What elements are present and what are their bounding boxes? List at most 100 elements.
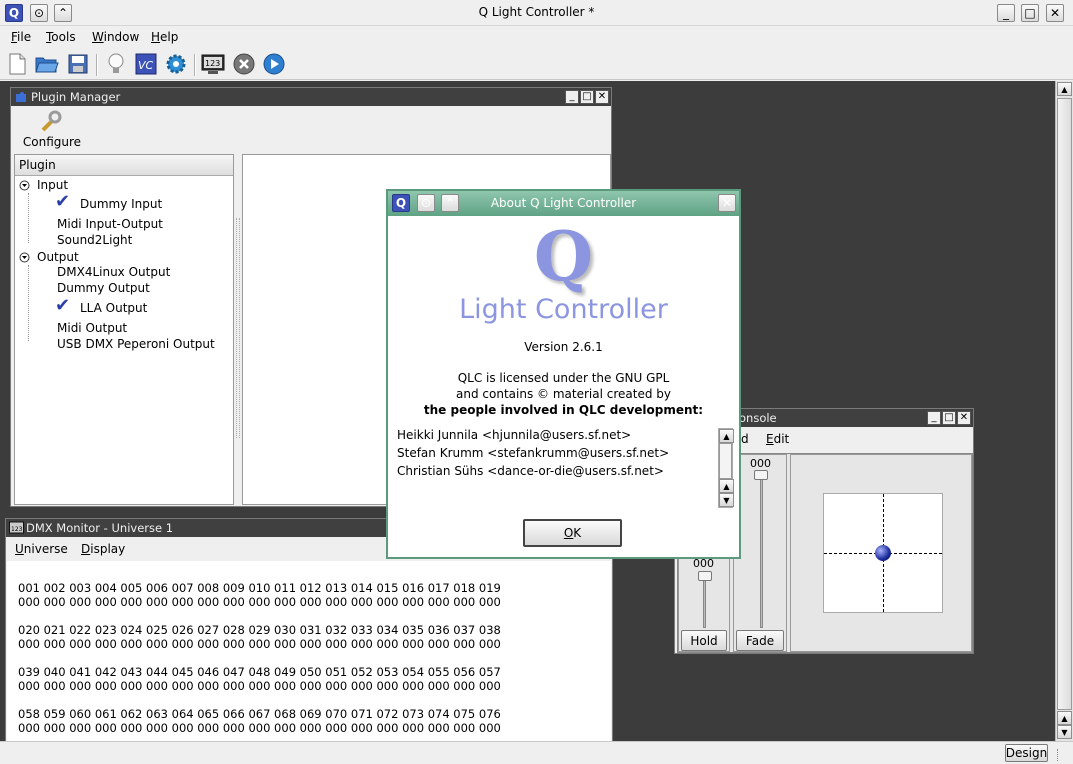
open-icon[interactable] [35,52,59,76]
minimize-button[interactable]: _ [927,411,941,425]
xy-pad-knob[interactable] [875,545,891,561]
xypad-frame [790,454,972,652]
license-text: the people involved in QLC development: [423,403,704,417]
authors-scrollbar[interactable]: ▲ ▲ ▼ [718,428,734,508]
tree-item[interactable]: DMX4Linux Output [57,265,170,279]
monitor-icon[interactable]: 123 [201,52,225,76]
value-row: 000 000 000 000 000 000 000 000 000 000 … [18,595,501,609]
plugin-manager-titlebar[interactable]: Plugin Manager _ □ ✕ [11,88,611,106]
license-text: QLC is licensed under the GNU GPL [457,371,670,385]
main-titlebar: Q ⊙ ⌃ Q Light Controller * _ □ ✕ [0,0,1073,26]
tree-item[interactable]: Sound2Light [57,233,132,247]
stop-icon[interactable] [232,52,256,76]
scroll-up-icon[interactable]: ▲ [1057,711,1072,725]
menu-tools[interactable]: Tools [46,30,76,44]
close-button[interactable]: ✕ [1046,4,1064,22]
tree-group-output[interactable]: Output [37,250,79,264]
close-button[interactable]: ✕ [718,194,736,212]
hold-button[interactable]: Hold [681,630,727,651]
author-list: Heikki Junnila <hjunnila@users.sf.net> S… [397,428,669,482]
value-row: 000 000 000 000 000 000 000 000 000 000 … [18,721,501,735]
workspace-scrollbar[interactable]: ▲ ▲ ▼ [1055,81,1073,741]
scroll-up-icon[interactable]: ▲ [1057,82,1072,96]
fade-button[interactable]: Fade [736,630,784,651]
channel-row: 039 040 041 042 043 044 045 046 047 048 … [18,665,501,679]
bulb-icon[interactable] [104,52,128,76]
qlc-logo-letter: Q [533,217,594,297]
tree-item[interactable]: Midi Output [57,321,127,335]
menu-d[interactable]: d [741,432,749,446]
tree-item[interactable]: Midi Input-Output [57,217,163,231]
fader-frame: 000 Fade [733,454,787,652]
author-line: Stefan Krumm <stefankrumm@users.sf.net> [397,446,670,460]
scroll-thumb[interactable] [1057,98,1072,710]
ok-button[interactable]: OK [523,519,622,547]
minimize-button[interactable]: _ [565,90,579,104]
scroll-down-icon[interactable]: ▼ [1057,725,1072,739]
window-title: Q Light Controller * [478,5,595,19]
svg-text:123: 123 [11,526,23,533]
tree-group-input[interactable]: Input [37,178,68,192]
status-bar: Design [0,741,1073,764]
menu-display[interactable]: Display [81,542,125,556]
wrench-icon [41,110,62,132]
plugin-tree: Plugin Input ✔ Dummy Input Midi Input-Ou… [14,154,234,505]
new-icon[interactable] [5,52,29,76]
author-line: Heikki Junnila <hjunnila@users.sf.net> [397,428,632,442]
collapse-icon[interactable] [19,180,30,191]
menu-help[interactable]: Help [151,30,178,44]
menu-bar: File Tools Window Help [0,27,1073,47]
fader-track [760,473,763,628]
close-button[interactable]: ✕ [595,90,609,104]
tree-item[interactable]: USB DMX Peperoni Output [57,337,215,351]
monitor-icon: 123 [9,521,24,534]
menu-universe[interactable]: Universe [15,542,68,556]
checkmark-icon: ✔ [55,295,71,316]
value-row: 000 000 000 000 000 000 000 000 000 000 … [18,679,501,693]
menu-edit[interactable]: Edit [766,432,789,446]
close-button[interactable]: ✕ [957,411,971,425]
scroll-up-icon[interactable]: ▲ [719,479,734,493]
channel-row: 058 059 060 061 062 063 064 065 066 067 … [18,707,501,721]
channel-row: 020 021 022 023 024 025 026 027 028 029 … [18,623,501,637]
about-titlebar[interactable]: Q ⊙ ⌃ About Q Light Controller ✕ [388,191,739,216]
svg-text:VC: VC [138,59,154,72]
vc-icon[interactable]: VC [134,52,158,76]
license-text: and contains © material created by [456,387,671,401]
configure-button[interactable]: Configure [21,110,83,150]
about-dialog: Q ⊙ ⌃ About Q Light Controller ✕ Q Light… [386,189,741,559]
save-icon[interactable] [66,52,90,76]
svg-text:123: 123 [205,59,220,68]
puzzle-icon [16,92,26,102]
tree-item[interactable]: Dummy Output [57,281,150,295]
scroll-thumb[interactable] [719,443,732,479]
maximize-button[interactable]: □ [942,411,956,425]
version-label: Version 2.6.1 [524,340,603,354]
splitter-handle[interactable] [236,218,240,438]
minimize-button[interactable]: _ [997,4,1015,22]
channel-row: 001 002 003 004 005 006 007 008 009 010 … [18,581,501,595]
checkmark-icon: ✔ [55,191,71,212]
fader-track [703,573,706,628]
scroll-up-icon[interactable]: ▲ [719,429,734,443]
play-icon[interactable] [262,52,286,76]
size-grip-icon[interactable] [1057,749,1069,761]
qlc-logo-text: Light Controller [459,294,668,325]
xy-pad[interactable] [823,493,943,613]
tree-item[interactable]: Dummy Input [80,197,162,211]
maximize-button[interactable]: □ [580,90,594,104]
menu-window[interactable]: Window [92,30,139,44]
menu-file[interactable]: File [11,30,31,44]
gear-icon[interactable] [164,52,188,76]
scroll-down-icon[interactable]: ▼ [719,493,734,507]
design-mode-button[interactable]: Design [1005,744,1048,762]
dmx-grid: 001 002 003 004 005 006 007 008 009 010 … [7,561,611,743]
fader-handle[interactable] [754,470,768,480]
collapse-icon[interactable] [19,252,30,263]
tree-header[interactable]: Plugin [15,155,233,176]
tree-item[interactable]: LLA Output [80,301,147,315]
maximize-button[interactable]: □ [1021,4,1039,22]
toolbar: VC 123 [0,48,1073,80]
fader-handle[interactable] [698,571,712,581]
value-row: 000 000 000 000 000 000 000 000 000 000 … [18,637,501,651]
